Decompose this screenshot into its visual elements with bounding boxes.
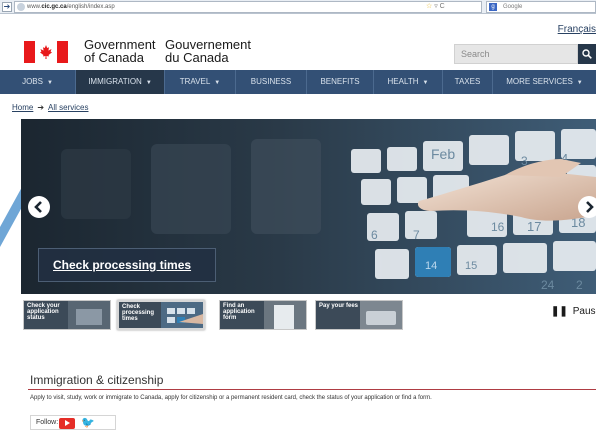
thumb-check-application-status[interactable]: Check your application status <box>23 300 111 330</box>
nav-item-more-services[interactable]: MORE SERVICES ▼ <box>493 70 596 94</box>
carousel-next-button[interactable] <box>578 196 596 218</box>
url-domain: cic.gc.ca <box>41 4 67 10</box>
nav-label: IMMIGRATION <box>88 77 142 86</box>
thumb-pay-your-fees[interactable]: Pay your fees <box>315 300 403 330</box>
breadcrumb-arrow-icon: ➔ <box>37 103 45 112</box>
breadcrumb-home-link[interactable]: Home <box>12 103 33 112</box>
signature-en-line2: of Canada <box>84 50 144 65</box>
nav-item-health[interactable]: HEALTH ▼ <box>374 70 443 94</box>
chevron-down-icon: ▼ <box>145 80 152 86</box>
language-toggle-link[interactable]: Français <box>558 24 596 35</box>
back-arrow-icon[interactable]: ➔ <box>2 2 12 12</box>
address-bar[interactable]: www.cic.gc.ca/english/index.asp <box>14 1 482 13</box>
calendar-day: 6 <box>371 228 378 242</box>
thumb-image <box>68 301 110 329</box>
pause-icon: ❚❚ <box>551 306 568 317</box>
site-globe-icon <box>17 3 25 11</box>
twitter-icon[interactable]: 🐦 <box>81 417 95 429</box>
chevron-down-icon: ▼ <box>422 80 429 86</box>
nav-item-jobs[interactable]: JOBS ▼ <box>0 70 76 94</box>
chevron-down-icon: ▼ <box>46 80 53 86</box>
main-nav: JOBS ▼ IMMIGRATION ▼ TRAVEL ▼ BUSINESS BENE… <box>0 70 596 94</box>
thumb-find-application-form[interactable]: Find an application form <box>219 300 307 330</box>
thumb-label: Pay your fees <box>319 303 359 309</box>
google-g-icon[interactable]: g <box>489 3 497 11</box>
browser-search-placeholder: Google <box>503 4 523 10</box>
browser-search-field[interactable]: g Google <box>486 1 596 13</box>
site-search-button[interactable] <box>578 44 596 64</box>
section-divider <box>28 389 596 390</box>
calendar-day: 14 <box>425 260 437 272</box>
signature-fr-line2: du Canada <box>165 50 229 65</box>
chevron-down-icon: ▼ <box>214 80 221 86</box>
calendar-day: 24 <box>541 278 555 292</box>
follow-label: Follow: <box>36 419 59 426</box>
breadcrumb: Home ➔ All services <box>12 103 89 112</box>
nav-label: TRAVEL <box>179 77 211 86</box>
slide-link-label: Check processing times <box>53 258 192 272</box>
carousel-prev-button[interactable] <box>28 196 50 218</box>
thumb-image <box>360 301 402 329</box>
follow-box: Follow: 🐦 <box>30 415 116 430</box>
browser-toolbar: ➔ www.cic.gc.ca/english/index.asp ☆ ▿ C … <box>0 0 596 14</box>
url-prefix: www. <box>27 4 42 10</box>
chevron-right-icon <box>586 201 594 213</box>
carousel-pause-button[interactable]: ❚❚ Pause <box>551 306 596 317</box>
section-description: Apply to visit, study, work or immigrate… <box>30 395 432 401</box>
site-search-input[interactable]: Search <box>454 44 578 64</box>
section-title: Immigration & citizenship <box>30 373 164 387</box>
thumb-check-processing-times[interactable]: Check processing times <box>117 300 205 330</box>
calendar-day: 2 <box>576 278 583 292</box>
thumb-image <box>161 302 203 328</box>
nav-label: TAXES <box>454 77 481 86</box>
decorative-accent <box>0 187 22 247</box>
nav-label: BENEFITS <box>320 77 360 86</box>
chevron-left-icon <box>34 201 42 213</box>
nav-label: HEALTH <box>387 77 419 86</box>
thumb-label: Check your application status <box>27 303 60 321</box>
youtube-icon[interactable] <box>59 418 75 429</box>
calendar-day: 15 <box>465 260 477 272</box>
nav-item-business[interactable]: BUSINESS <box>236 70 307 94</box>
calendar-day: 16 <box>491 220 505 234</box>
thumb-image <box>264 301 306 329</box>
pause-label: Pause <box>572 306 596 317</box>
nav-item-benefits[interactable]: BENEFITS <box>307 70 374 94</box>
nav-label: JOBS <box>22 77 43 86</box>
thumb-label: Find an application form <box>223 303 255 321</box>
carousel-thumbnails: Check your application status Check proc… <box>21 294 596 338</box>
address-bar-controls[interactable]: ☆ ▿ C <box>426 2 478 11</box>
calendar-month-label: Feb <box>431 146 455 162</box>
nav-item-travel[interactable]: TRAVEL ▼ <box>165 70 236 94</box>
chevron-down-icon: ▼ <box>576 80 583 86</box>
nav-label: MORE SERVICES <box>506 77 573 86</box>
nav-item-immigration[interactable]: IMMIGRATION ▼ <box>76 70 165 94</box>
calendar-day: 17 <box>527 219 541 234</box>
bookmark-star-icon[interactable]: ☆ <box>426 3 432 10</box>
signature-english[interactable]: Government of Canada <box>84 38 156 64</box>
check-processing-times-link[interactable]: Check processing times <box>38 248 216 282</box>
signature-french[interactable]: Gouvernement du Canada <box>165 38 251 64</box>
calendar-day: 7 <box>413 228 420 242</box>
breadcrumb-all-services-link[interactable]: All services <box>48 103 88 112</box>
canada-flag-icon <box>24 41 68 63</box>
nav-item-taxes[interactable]: TAXES <box>443 70 493 94</box>
nav-label: BUSINESS <box>250 77 292 86</box>
search-icon <box>582 49 592 59</box>
url-path: /english/index.asp <box>66 4 115 10</box>
